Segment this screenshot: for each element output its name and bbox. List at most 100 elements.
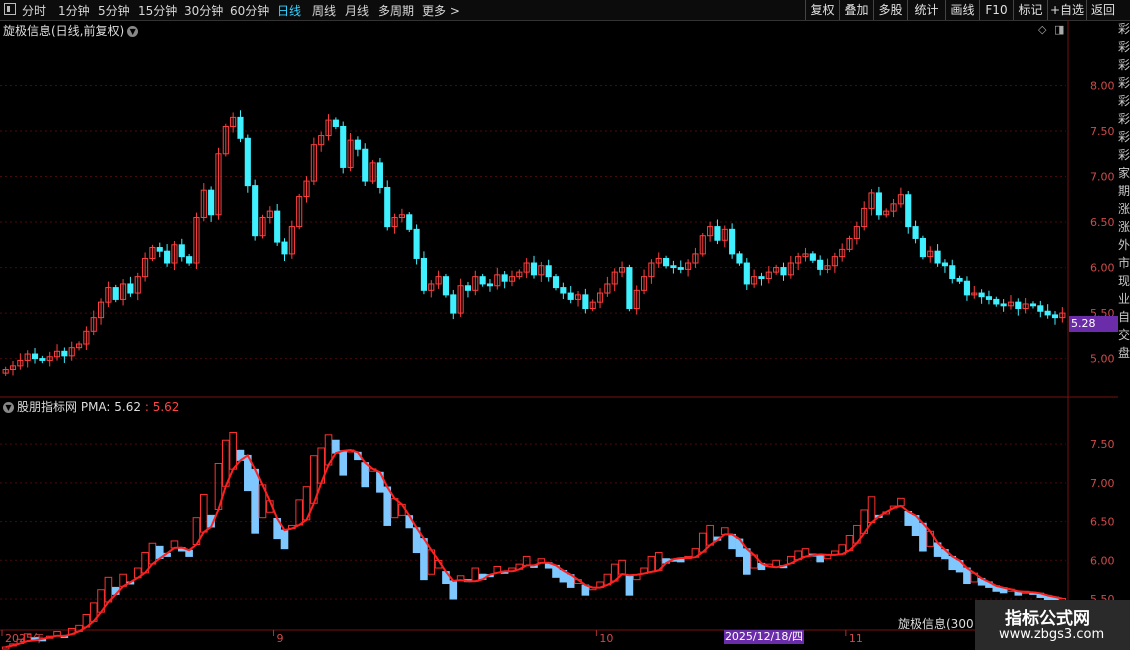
indicator-tick-label: 6.00 xyxy=(1090,554,1115,567)
date-tick-label: 11 xyxy=(849,632,863,645)
candle-body xyxy=(362,148,369,182)
candle-body xyxy=(552,276,560,289)
candle-body xyxy=(919,237,926,258)
tab-period-8[interactable]: 月线 xyxy=(345,2,369,19)
candle-body xyxy=(1044,310,1051,316)
candle-body xyxy=(729,228,736,255)
candle-body xyxy=(208,189,215,216)
indicator-bar xyxy=(229,431,237,470)
indicator-bar xyxy=(251,468,259,534)
add-watchlist-button[interactable]: +自选 xyxy=(1047,0,1086,20)
tab-period-9[interactable]: 多周期 xyxy=(378,2,414,19)
candle-body xyxy=(237,116,244,139)
indicator-bar xyxy=(897,497,905,507)
watermark: 指标公式网 www.zbgs3.com xyxy=(975,600,1130,650)
candle-body xyxy=(1051,314,1059,319)
candle-body xyxy=(670,265,677,269)
tab-period-7[interactable]: 周线 xyxy=(312,2,336,19)
candle-body xyxy=(1029,303,1037,307)
candle-body xyxy=(714,226,721,241)
candle-body xyxy=(420,257,427,291)
tab-period-0[interactable]: 分时 xyxy=(22,2,46,19)
candle-body xyxy=(281,241,288,255)
tab-period-5[interactable]: 60分钟 xyxy=(230,2,269,19)
candle-body xyxy=(934,250,941,264)
indicator-bar xyxy=(148,542,157,565)
current-price-tag: 5.28 xyxy=(1069,316,1118,332)
candle-body xyxy=(780,267,787,276)
candle-body xyxy=(560,287,567,294)
overlay-button[interactable]: 叠加 xyxy=(839,0,873,20)
candle-body xyxy=(809,253,816,261)
candle-body xyxy=(941,262,948,267)
kline-chart[interactable]: 5.005.506.006.507.007.508.005.506.006.50… xyxy=(0,20,1118,650)
indicator-bar xyxy=(742,548,751,575)
fuquan-button[interactable]: 复权 xyxy=(805,0,839,20)
indicator-bar xyxy=(919,522,927,552)
indicator-bar xyxy=(522,555,531,566)
candle-body xyxy=(956,277,963,282)
side-info-strip: 彩彩彩彩彩彩彩彩家期涨涨外市现业自交盘 xyxy=(1118,22,1130,360)
candle-body xyxy=(442,276,450,296)
tab-period-10[interactable]: 更多 > xyxy=(422,2,460,19)
price-tick-label: 7.50 xyxy=(1090,125,1115,138)
candle-body xyxy=(479,276,486,285)
candle-body xyxy=(244,137,251,187)
candle-body xyxy=(582,294,589,310)
tab-period-3[interactable]: 15分钟 xyxy=(138,2,177,19)
tab-period-2[interactable]: 5分钟 xyxy=(98,2,130,19)
candle-body xyxy=(963,280,971,296)
mark-button[interactable]: 标记 xyxy=(1013,0,1047,20)
price-tick-label: 6.50 xyxy=(1090,216,1115,229)
candle-body xyxy=(677,267,684,270)
price-tick-label: 8.00 xyxy=(1090,80,1115,93)
candle-body xyxy=(186,256,193,264)
window-icon[interactable] xyxy=(4,3,16,15)
candle-body xyxy=(406,214,413,230)
tab-period-6[interactable]: 日线 xyxy=(277,2,301,19)
indicator-bar xyxy=(618,559,626,575)
candle-body xyxy=(156,247,163,252)
candle-body xyxy=(736,253,743,264)
draw-line-button[interactable]: 画线 xyxy=(945,0,979,20)
candle-body xyxy=(875,192,882,216)
f10-button[interactable]: F10 xyxy=(979,0,1013,20)
candle-body xyxy=(354,139,361,150)
candle-body xyxy=(626,267,633,310)
tab-period-1[interactable]: 1分钟 xyxy=(58,2,90,19)
chevron-down-icon[interactable]: ▼ xyxy=(3,402,14,413)
candle-body xyxy=(464,285,472,291)
tab-period-4[interactable]: 30分钟 xyxy=(184,2,223,19)
candle-body xyxy=(413,228,420,259)
candle-body xyxy=(758,276,765,279)
stats-button[interactable]: 统计 xyxy=(907,0,945,20)
price-tick-label: 5.00 xyxy=(1090,353,1115,366)
candle-body xyxy=(384,186,391,228)
candle-body xyxy=(530,262,538,276)
indicator-tick-label: 7.50 xyxy=(1090,438,1115,451)
candle-body xyxy=(127,283,134,294)
candle-body xyxy=(817,259,824,270)
date-tick-label: 9 xyxy=(277,632,284,645)
candle-body xyxy=(39,358,46,361)
back-button[interactable]: 返回 xyxy=(1086,0,1119,20)
candle-body xyxy=(178,244,185,258)
bottom-stock-label: 旋极信息(300 xyxy=(898,617,974,631)
candle-body xyxy=(663,257,670,267)
candle-body xyxy=(1000,303,1007,307)
candle-body xyxy=(545,265,552,278)
candle-body xyxy=(31,353,39,360)
multi-stock-button[interactable]: 多股 xyxy=(873,0,907,20)
price-tick-label: 6.00 xyxy=(1090,262,1115,275)
indicator-bar xyxy=(471,567,480,582)
indicator-title: ▼ 股朋指标网 PMA: 5.62 : 5.62 xyxy=(3,398,179,415)
watermark-title: 指标公式网 xyxy=(1005,609,1090,629)
candle-body xyxy=(274,210,281,243)
hover-date-tag: 2025/12/18/四 xyxy=(724,630,804,644)
indicator-name: 股朋指标网 xyxy=(17,400,78,414)
pma-label: PMA: 5.62 xyxy=(80,400,142,414)
candle-body xyxy=(164,250,171,264)
candle-body xyxy=(567,292,574,300)
indicator-bar xyxy=(449,580,458,600)
candle-body xyxy=(743,262,750,285)
